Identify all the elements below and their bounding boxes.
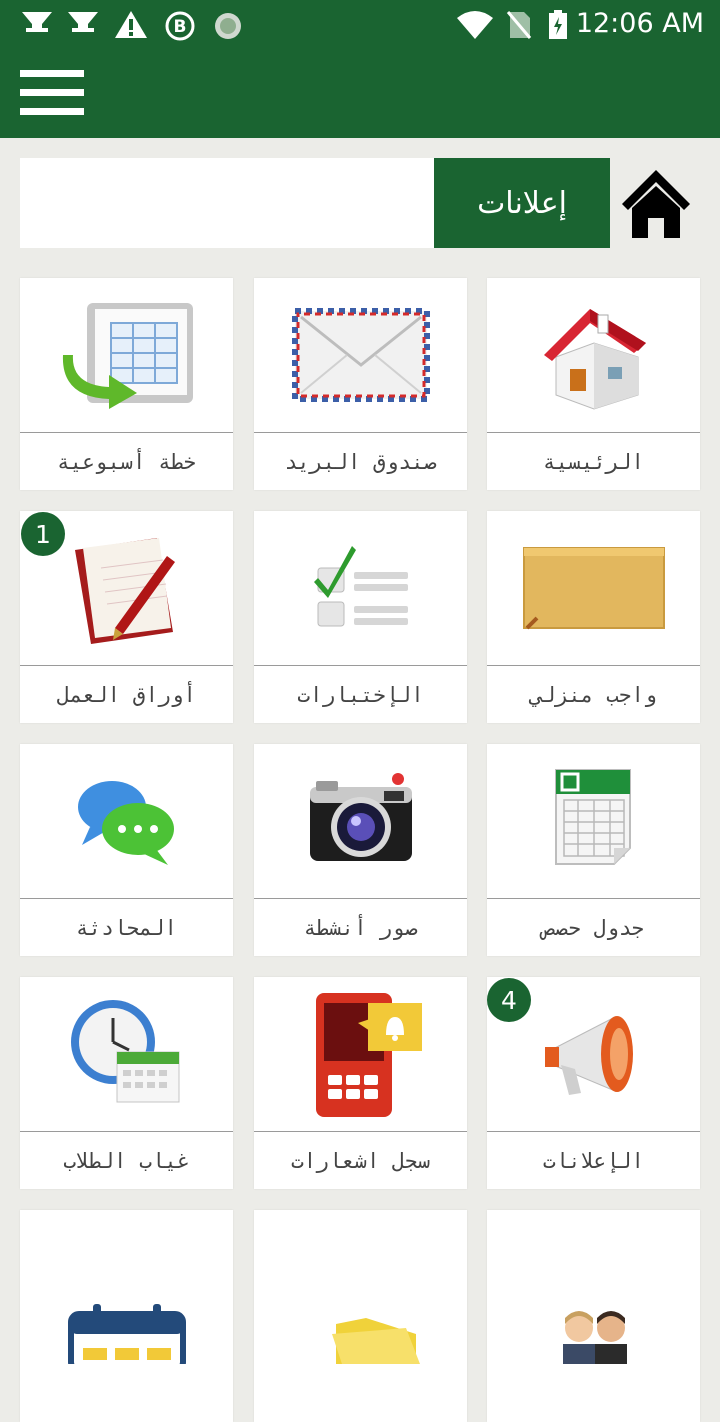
clock-calendar-icon (70, 1000, 179, 1103)
tile-label: الإختبارات (297, 683, 424, 707)
calendar-icon (67, 1304, 186, 1364)
tile-label: واجب منزلي (530, 683, 657, 707)
camera-icon (309, 773, 412, 861)
worksheets-badge: 1 (21, 512, 65, 556)
tile-files[interactable] (254, 1210, 467, 1422)
tile-divider (487, 665, 700, 666)
signal-icon (68, 12, 98, 32)
clock-text: 12:06 AM (575, 8, 704, 39)
tile-divider (487, 1131, 700, 1132)
battery-icon (549, 10, 567, 39)
tile-label: صور أنشطة (303, 916, 418, 940)
spreadsheet-icon (554, 769, 631, 865)
tile-label: الإعلانات (542, 1149, 645, 1173)
tile-divider (487, 432, 700, 433)
house-icon (543, 309, 646, 410)
envelope-icon (291, 308, 430, 402)
announcement-bar: إعلانات (20, 158, 700, 248)
tile-divider (20, 898, 233, 899)
tile-divider (487, 898, 700, 899)
no-sim-icon (506, 11, 532, 39)
app-bar: B 12:06 AM (0, 0, 720, 138)
chat-bubbles-icon (77, 781, 174, 865)
tile-label: سجل اشعارات (290, 1149, 431, 1173)
signal-icon (22, 12, 52, 32)
svg-text:B: B (174, 17, 187, 37)
tile-divider (20, 432, 233, 433)
people-icon (562, 1311, 627, 1364)
announcements-badge: 4 (487, 978, 531, 1022)
open-folder-icon (331, 1318, 420, 1364)
tile-label: غياب الطلاب (63, 1149, 190, 1173)
announcements-label[interactable]: إعلانات (434, 158, 610, 248)
tile-home[interactable]: الرئيسية (487, 278, 700, 490)
tile-homework[interactable]: واجب منزلي (487, 511, 700, 723)
tile-divider (254, 898, 467, 899)
megaphone-icon (544, 1016, 633, 1095)
sync-icon (215, 13, 241, 39)
announcement-ticker (20, 158, 434, 248)
hamburger-menu-icon[interactable] (20, 70, 84, 116)
tile-staff[interactable] (487, 1210, 700, 1422)
tile-label: جدول حصص (542, 916, 645, 940)
tile-divider (254, 432, 467, 433)
tile-label: أوراق العمل (56, 683, 197, 707)
tile-label: خطة أسبوعية (56, 450, 197, 474)
checklist-icon (313, 546, 408, 627)
tile-calendar[interactable] (20, 1210, 233, 1422)
tile-activity-photos[interactable]: صور أنشطة (254, 744, 467, 956)
tile-divider (254, 665, 467, 666)
folder-icon (522, 547, 665, 630)
tile-label: الرئيسية (542, 450, 645, 474)
tile-label: المحادثة (75, 916, 178, 940)
warning-icon (115, 11, 147, 38)
tile-divider (20, 1131, 233, 1132)
home-icon[interactable] (618, 166, 694, 240)
status-bar: B 12:06 AM (0, 0, 720, 50)
tile-student-absence[interactable]: غياب الطلاب (20, 977, 233, 1189)
notebook-icon (74, 538, 175, 644)
bluetooth-b-icon: B (165, 11, 195, 41)
tile-timetable[interactable]: جدول حصص (487, 744, 700, 956)
tile-divider (20, 665, 233, 666)
tile-weekly-plan[interactable]: خطة أسبوعية (20, 278, 233, 490)
phone-notification-icon (315, 993, 422, 1117)
tile-mailbox[interactable]: صندوق البريد (254, 278, 467, 490)
tile-notifications-log[interactable]: سجل اشعارات (254, 977, 467, 1189)
tile-chat[interactable]: المحادثة (20, 744, 233, 956)
wifi-icon (457, 11, 493, 39)
tile-label: صندوق البريد (284, 450, 437, 474)
tile-exams[interactable]: الإختبارات (254, 511, 467, 723)
weekly-plan-icon (62, 303, 193, 409)
tile-divider (254, 1131, 467, 1132)
